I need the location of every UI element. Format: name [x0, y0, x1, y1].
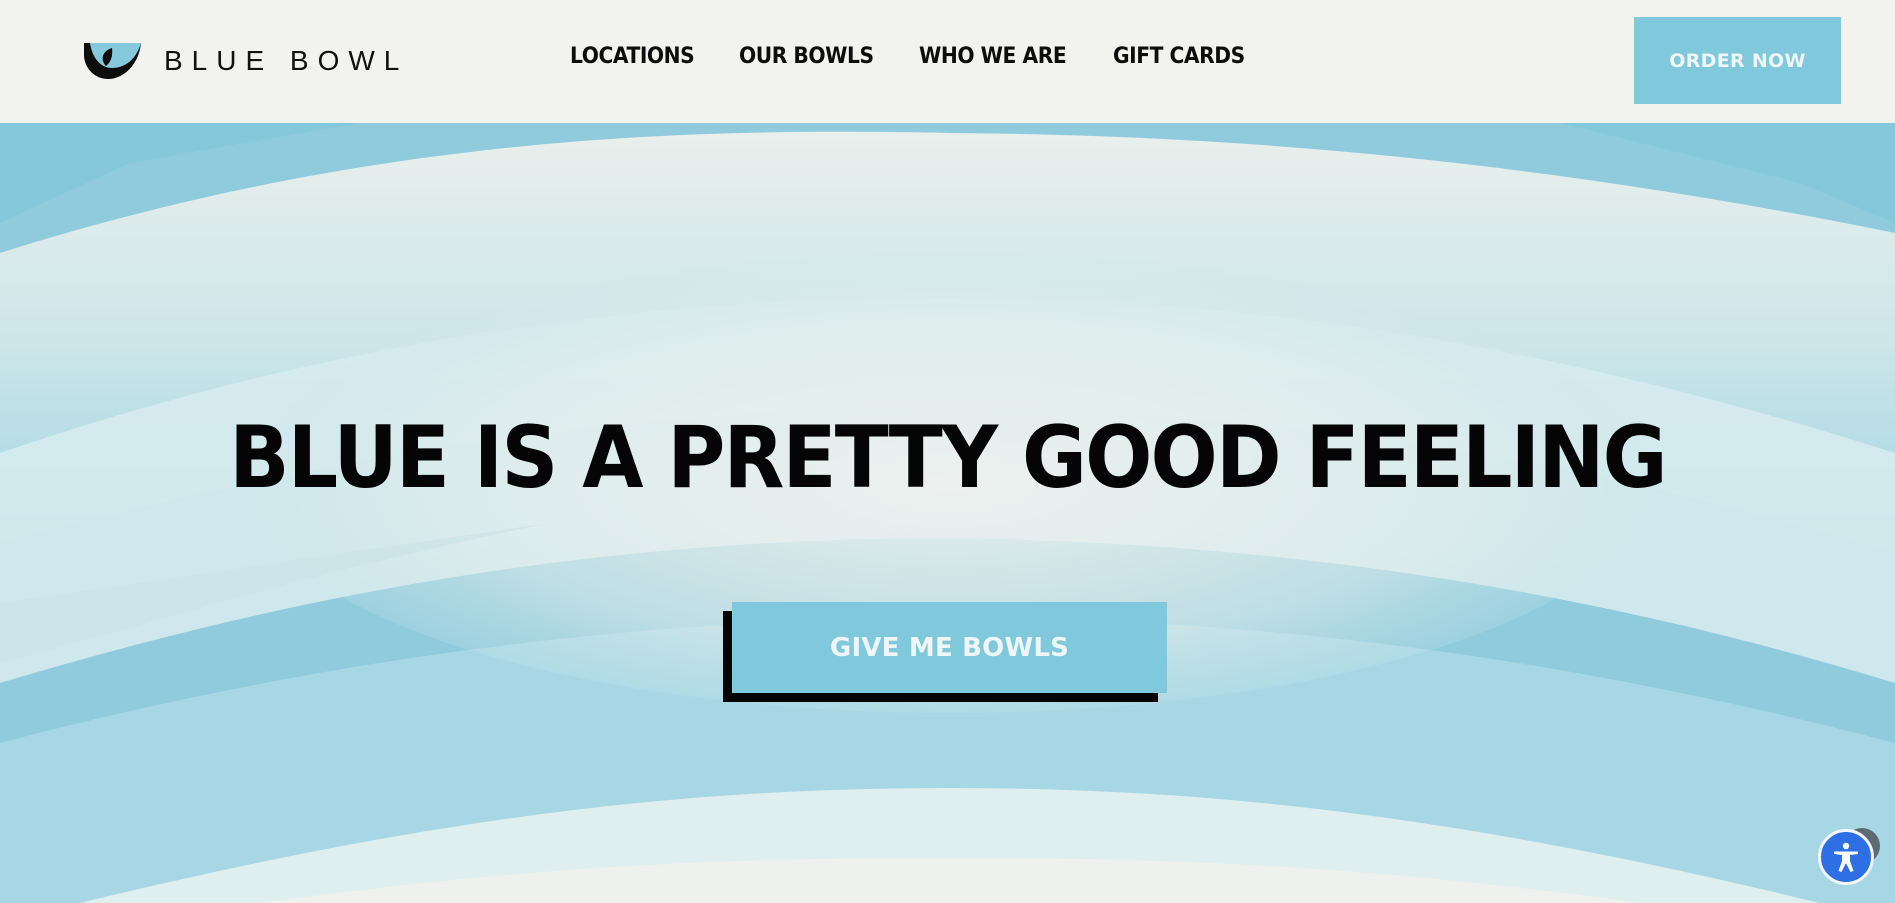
- hero-title: BLUE IS A PRETTY GOOD FEELING: [229, 408, 1667, 508]
- hero-wave-background: [0, 123, 1895, 903]
- brand-name: BLUE BOWL: [164, 45, 409, 76]
- hero-section: BLUE IS A PRETTY GOOD FEELING GIVE ME BO…: [0, 123, 1895, 903]
- accessibility-person-icon: [1834, 842, 1858, 872]
- nav-item-who-we-are[interactable]: WHO WE ARE: [919, 44, 1067, 69]
- nav-item-our-bowls[interactable]: OUR BOWLS: [739, 44, 874, 69]
- nav-item-locations[interactable]: LOCATIONS: [570, 44, 695, 69]
- brand-logo[interactable]: BLUE BOWL: [82, 42, 408, 80]
- bowl-leaf-icon: [84, 43, 141, 79]
- give-me-bowls-button[interactable]: GIVE ME BOWLS: [732, 602, 1167, 693]
- main-nav: LOCATIONS OUR BOWLS WHO WE ARE GIFT CARD…: [570, 44, 1257, 69]
- order-now-button[interactable]: ORDER NOW: [1634, 17, 1841, 104]
- nav-item-gift-cards[interactable]: GIFT CARDS: [1113, 44, 1245, 69]
- accessibility-button[interactable]: [1818, 829, 1874, 885]
- site-header: BLUE BOWL LOCATIONS OUR BOWLS WHO WE ARE…: [0, 0, 1895, 123]
